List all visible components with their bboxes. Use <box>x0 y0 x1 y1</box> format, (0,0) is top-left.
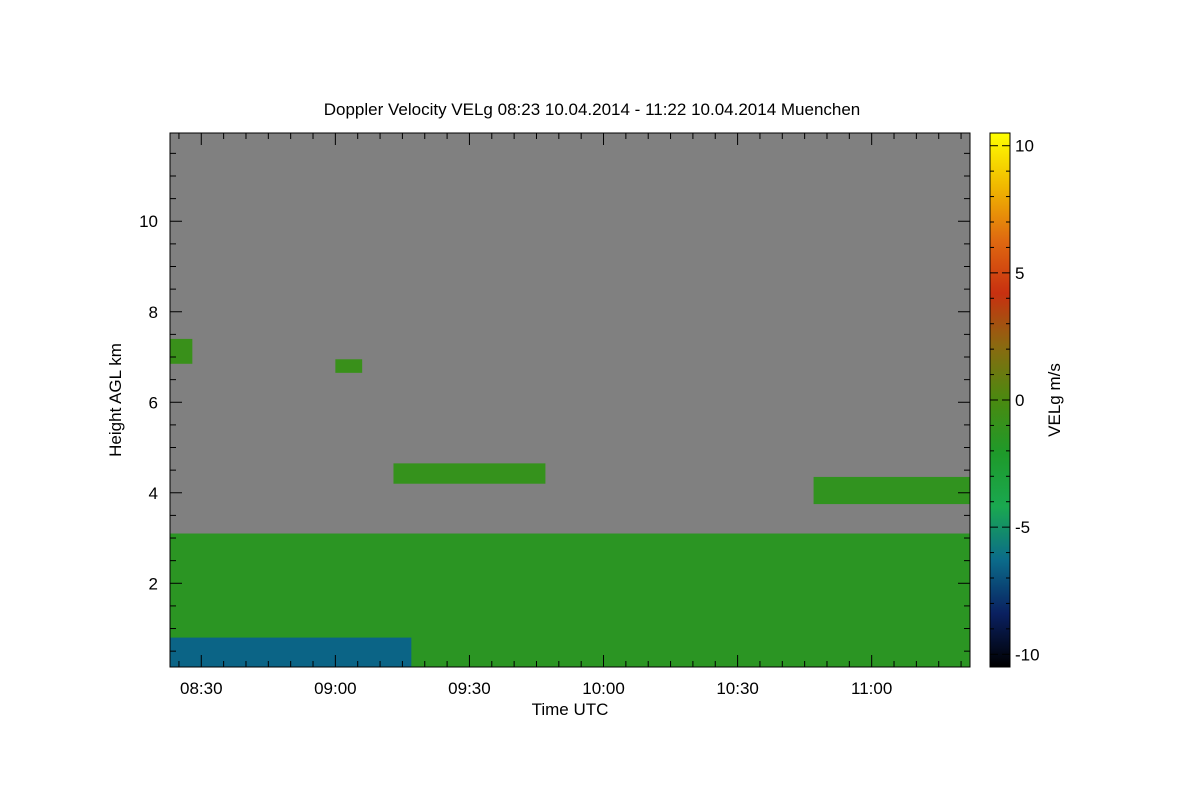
y-tick-label: 4 <box>149 484 158 503</box>
colorbar-tick-label: -5 <box>1015 518 1030 537</box>
y-tick-label: 2 <box>149 574 158 593</box>
y-tick-label: 8 <box>149 303 158 322</box>
x-tick-label: 09:00 <box>314 679 357 698</box>
y-tick-label: 10 <box>139 212 158 231</box>
x-tick-label: 11:00 <box>851 679 892 698</box>
y-tick-label: 6 <box>149 393 158 412</box>
colorbar-label: VELg m/s <box>1045 363 1064 437</box>
colorbar: 10 5 0 -5 -10 VELg m/s <box>989 132 1064 668</box>
x-tick-label: 09:30 <box>448 679 491 698</box>
colorbar-tick-label: -10 <box>1015 645 1040 664</box>
region-cloud-layer-4.1km <box>813 476 970 505</box>
y-axis-label: Height AGL km <box>106 343 125 457</box>
region-cloud-layer-7km <box>170 338 193 364</box>
region-cloud-layer-4.4km <box>393 463 546 484</box>
region-cloud-patch-6.8km <box>335 359 363 373</box>
colorbar-tick-label: 10 <box>1015 137 1034 156</box>
doppler-velocity-figure: Doppler Velocity VELg 08:23 10.04.2014 -… <box>106 100 1064 719</box>
x-tick-label: 08:30 <box>180 679 223 698</box>
colorbar-tick-label: 0 <box>1015 391 1024 410</box>
x-tick-label: 10:00 <box>582 679 625 698</box>
x-tick-label: 10:30 <box>716 679 759 698</box>
chart-title: Doppler Velocity VELg 08:23 10.04.2014 -… <box>324 100 861 119</box>
colorbar-tick-label: 5 <box>1015 264 1024 283</box>
x-axis-label: Time UTC <box>532 700 609 719</box>
heatmap-plot <box>169 132 971 668</box>
